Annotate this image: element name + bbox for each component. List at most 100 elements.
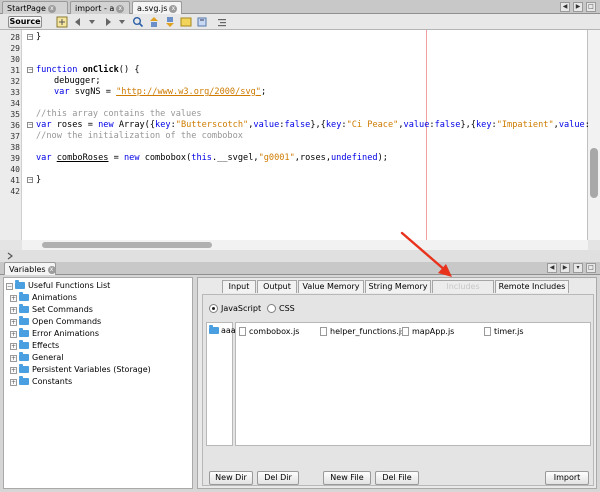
scroll-left-icon[interactable]: ◀ — [560, 2, 570, 12]
collapse-icon[interactable]: − — [6, 283, 13, 290]
line-number: 34 — [10, 99, 20, 108]
tab-includes[interactable]: Includes — [432, 280, 494, 293]
scroll-left-icon[interactable]: ◀ — [547, 263, 557, 273]
navigator-strip — [0, 250, 600, 262]
del-file-button[interactable]: Del File — [375, 471, 419, 485]
expand-icon[interactable]: + — [10, 295, 17, 302]
tab-startpage[interactable]: StartPage x — [2, 1, 68, 14]
back-icon[interactable] — [72, 16, 84, 28]
code-line-41[interactable]: } — [36, 175, 41, 186]
code-line-37[interactable]: //now the initialization of the combobox — [36, 131, 243, 142]
expand-icon[interactable]: + — [10, 307, 17, 314]
string-literal: "g0001" — [258, 153, 295, 163]
radio-selected-icon[interactable] — [209, 304, 218, 313]
tab-remote-includes[interactable]: Remote Includes — [495, 280, 569, 293]
dir-item[interactable]: aaa — [209, 325, 236, 336]
toggle-highlight-icon[interactable] — [180, 16, 192, 28]
tab-label: Variables — [9, 265, 46, 274]
function-name: onClick — [82, 65, 119, 75]
maximize-icon[interactable]: □ — [586, 2, 596, 12]
tab-value-memory[interactable]: Value Memory — [298, 280, 364, 293]
file-item[interactable]: timer.js — [484, 327, 524, 337]
tree-item-general[interactable]: + General — [10, 352, 64, 364]
tree-item-label: Animations — [32, 293, 77, 302]
right-margin-line — [426, 30, 427, 240]
file-item[interactable]: mapApp.js — [402, 327, 454, 337]
new-dir-button[interactable]: New Dir — [209, 471, 253, 485]
maximize-icon[interactable]: □ — [586, 263, 596, 273]
close-icon[interactable]: x — [169, 5, 178, 13]
line-number: 29 — [10, 44, 20, 53]
tab-a-svg-js[interactable]: a.svg.js x — [132, 1, 182, 14]
code-line-28[interactable]: } — [36, 32, 41, 43]
chevron-right-icon[interactable] — [6, 252, 14, 260]
source-button[interactable]: Source — [8, 16, 42, 28]
tab-string-memory[interactable]: String Memory — [365, 280, 431, 293]
directory-list: aaa — [206, 322, 236, 446]
tree-item-set-commands[interactable]: + Set Commands — [10, 304, 93, 316]
tab-import[interactable]: import - ax — [70, 1, 130, 14]
tab-input[interactable]: Input — [222, 280, 256, 293]
radio-css[interactable]: CSS — [267, 303, 295, 315]
find-previous-icon[interactable] — [148, 16, 160, 28]
new-file-button[interactable]: New File — [323, 471, 371, 485]
fold-toggle-icon[interactable]: − — [27, 67, 33, 73]
expand-icon[interactable]: + — [10, 379, 17, 386]
tree-item-open-commands[interactable]: + Open Commands — [10, 316, 101, 328]
scrollbar-thumb[interactable] — [42, 242, 212, 248]
tree-item-effects[interactable]: + Effects — [10, 340, 59, 352]
dropdown-icon[interactable] — [116, 16, 128, 28]
line-number: 31 — [10, 66, 20, 75]
tree-item-persistent-variables[interactable]: + Persistent Variables (Storage) — [10, 364, 151, 376]
close-icon[interactable]: x — [47, 5, 56, 13]
code-line-36[interactable]: var roses = new Array({key:"Butterscotch… — [36, 120, 600, 131]
find-next-icon[interactable] — [164, 16, 176, 28]
tree-root[interactable]: − Useful Functions List — [6, 280, 110, 292]
variables-window: Variables x ◀ ▶ ▾ □ − Useful Functions Lis… — [0, 262, 600, 492]
close-icon[interactable]: x — [47, 266, 55, 274]
editor-vertical-scrollbar[interactable] — [588, 30, 600, 240]
forward-icon[interactable] — [102, 16, 114, 28]
radio-unselected-icon[interactable] — [267, 304, 276, 313]
code-line-31[interactable]: function onClick() { — [36, 65, 140, 76]
scroll-right-icon[interactable]: ▶ — [573, 2, 583, 12]
editor-horizontal-scrollbar[interactable] — [22, 240, 588, 250]
find-icon[interactable] — [132, 16, 144, 28]
line-number: 38 — [10, 143, 20, 152]
dropdown-icon[interactable] — [86, 16, 98, 28]
expand-icon[interactable]: + — [10, 331, 17, 338]
expand-icon[interactable]: + — [10, 343, 17, 350]
code-line-32[interactable]: debugger; — [54, 76, 101, 87]
code-editor[interactable]: 28 29 30 31 32 33 34 35 36 37 38 39 40 4… — [0, 30, 600, 240]
keyword: function — [36, 65, 83, 75]
tree-item-constants[interactable]: + Constants — [10, 376, 72, 388]
tree-item-error-animations[interactable]: + Error Animations — [10, 328, 99, 340]
shift-left-icon[interactable] — [216, 16, 228, 28]
menu-icon[interactable]: ▾ — [573, 263, 583, 273]
code-line-33[interactable]: var svgNS = "http://www.w3.org/2000/svg"… — [54, 87, 266, 98]
keyword: undefined — [331, 153, 378, 163]
del-dir-button[interactable]: Del Dir — [257, 471, 299, 485]
file-item[interactable]: combobox.js — [239, 327, 299, 337]
code-line-35[interactable]: //this array contains the values — [36, 109, 202, 120]
fold-toggle-icon[interactable]: − — [27, 34, 33, 40]
expand-icon[interactable]: + — [10, 319, 17, 326]
radio-javascript[interactable]: JavaScript — [209, 303, 261, 315]
tab-output[interactable]: Output — [257, 280, 297, 293]
scroll-right-icon[interactable]: ▶ — [560, 263, 570, 273]
file-item[interactable]: helper_functions.js — [320, 327, 405, 337]
import-button[interactable]: Import — [545, 471, 589, 485]
bookmark-icon[interactable] — [196, 16, 208, 28]
expand-icon[interactable]: + — [10, 355, 17, 362]
code-line-39[interactable]: var comboRoses = new combobox(this.__svg… — [36, 153, 388, 164]
scrollbar-thumb[interactable] — [590, 148, 598, 198]
fold-toggle-icon[interactable]: − — [27, 177, 33, 183]
tree-item-animations[interactable]: + Animations — [10, 292, 77, 304]
tab-variables[interactable]: Variables x — [4, 262, 56, 275]
folder-icon — [209, 325, 219, 334]
last-edit-icon[interactable] — [56, 16, 68, 28]
fold-toggle-icon[interactable]: − — [27, 122, 33, 128]
expand-icon[interactable]: + — [10, 367, 17, 374]
functions-tree: − Useful Functions List + Animations + Set … — [3, 277, 193, 489]
close-icon[interactable]: x — [116, 5, 125, 13]
